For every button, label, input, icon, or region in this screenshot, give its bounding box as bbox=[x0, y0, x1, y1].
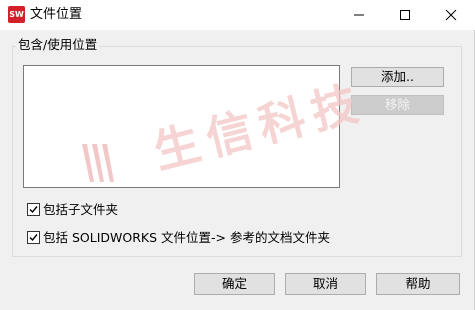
include-subfolders-checkbox[interactable] bbox=[27, 203, 40, 216]
minimize-icon bbox=[354, 14, 364, 16]
include-referenced-folders-checkbox[interactable] bbox=[27, 231, 40, 244]
add-button[interactable]: 添加.. bbox=[351, 67, 444, 87]
close-icon bbox=[445, 9, 457, 21]
title-bar[interactable]: SW 文件位置 bbox=[0, 0, 475, 30]
file-locations-dialog: SW 文件位置 包含/使用位置 添加.. 移除 包括子文件夹 包括 SOLIDW… bbox=[0, 0, 475, 310]
locations-listbox[interactable] bbox=[23, 65, 340, 188]
checkmark-icon bbox=[29, 234, 38, 242]
maximize-icon bbox=[400, 10, 410, 20]
checkmark-icon bbox=[29, 206, 38, 214]
window-title: 文件位置 bbox=[30, 7, 83, 22]
remove-button[interactable]: 移除 bbox=[351, 95, 444, 115]
solidworks-app-icon: SW bbox=[8, 6, 25, 23]
ok-button[interactable]: 确定 bbox=[194, 273, 275, 295]
help-button[interactable]: 帮助 bbox=[376, 273, 460, 295]
maximize-button[interactable] bbox=[382, 0, 428, 30]
minimize-button[interactable] bbox=[336, 0, 382, 30]
locations-group-label: 包含/使用位置 bbox=[16, 37, 100, 53]
close-button[interactable] bbox=[428, 0, 474, 30]
include-referenced-folders-label: 包括 SOLIDWORKS 文件位置-> 参考的文档文件夹 bbox=[43, 230, 330, 245]
include-subfolders-label: 包括子文件夹 bbox=[43, 202, 119, 217]
cancel-button[interactable]: 取消 bbox=[285, 273, 366, 295]
